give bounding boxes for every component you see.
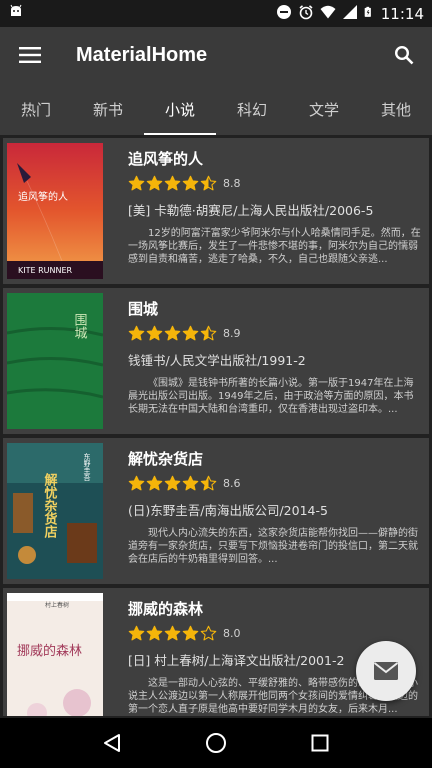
- search-button[interactable]: [376, 27, 432, 83]
- rating-value: 8.6: [223, 476, 241, 490]
- rating-stars: [128, 325, 217, 342]
- book-cover: 追风筝的人 KITE RUNNER: [7, 143, 103, 279]
- rating-stars: [128, 475, 217, 492]
- home-circle-icon: [206, 733, 226, 753]
- star-full-icon: [164, 475, 181, 490]
- status-bar: 11:14: [0, 0, 432, 27]
- hamburger-icon: [19, 47, 41, 63]
- star-full-icon: [182, 175, 199, 190]
- svg-text:村上春树: 村上春树: [45, 601, 69, 609]
- svg-text:东野圭吾: 东野圭吾: [83, 452, 91, 482]
- book-card[interactable]: 追风筝的人 KITE RUNNER 追风筝的人 8.8 [美] 卡勒德·胡赛尼/…: [3, 138, 429, 284]
- star-full-icon: [182, 325, 199, 340]
- tab-bar: 热门 新书 小说 科幻 文学 其他: [0, 83, 432, 135]
- alarm-icon: [298, 4, 314, 24]
- svg-text:解忧杂货店: 解忧杂货店: [42, 472, 59, 539]
- rating-row: 8.8: [128, 174, 423, 192]
- nav-recent-button[interactable]: [300, 723, 340, 763]
- search-icon: [394, 45, 414, 65]
- book-cover: 村上春树 挪威的森林: [7, 593, 103, 716]
- book-title: 挪威的森林: [128, 600, 204, 618]
- book-description: 12岁的阿富汗富家少爷阿米尔与仆人哈桑情同手足。然而，在一场风筝比赛后，发生了一…: [128, 228, 421, 265]
- book-description: 现代人内心流失的东西，这家杂货店能帮你找回——僻静的街道旁有一家杂货店，只要写下…: [128, 528, 418, 565]
- svg-text:挪威的森林: 挪威的森林: [17, 643, 82, 659]
- book-card[interactable]: 围城 围城 8.9 钱锺书/人民文学出版社/1991-2 《围城》是钱钟书所著的…: [3, 288, 429, 434]
- star-full-icon: [128, 175, 145, 190]
- book-info: 追风筝的人 8.8 [美] 卡勒德·胡赛尼/上海人民出版社/2006-5 12岁…: [128, 148, 423, 266]
- mail-icon: [373, 662, 399, 680]
- book-title: 围城: [128, 300, 159, 318]
- book-meta: [美] 卡勒德·胡赛尼/上海人民出版社/2006-5: [128, 203, 374, 218]
- book-title: 解忧杂货店: [128, 450, 204, 468]
- star-half-icon: [200, 325, 217, 340]
- tab-other[interactable]: 其他: [360, 83, 432, 135]
- back-triangle-icon: [104, 734, 120, 752]
- book-list: 追风筝的人 KITE RUNNER 追风筝的人 8.8 [美] 卡勒德·胡赛尼/…: [0, 135, 432, 716]
- star-full-icon: [146, 325, 163, 340]
- star-full-icon: [164, 325, 181, 340]
- book-card[interactable]: 解忧杂货店 东野圭吾 解忧杂货店 8.6 (日)东野圭吾/南海出版公司/2014…: [3, 438, 429, 584]
- star-full-icon: [182, 475, 199, 490]
- signal-icon: [342, 4, 358, 24]
- status-indicators: 11:14: [276, 4, 424, 24]
- rating-value: 8.0: [223, 626, 241, 640]
- android-notification-icon: [8, 4, 24, 24]
- wifi-icon: [320, 4, 336, 24]
- book-info: 解忧杂货店 8.6 (日)东野圭吾/南海出版公司/2014-5 现代人内心流失的…: [128, 448, 423, 566]
- rating-stars: [128, 625, 217, 642]
- rating-stars: [128, 175, 217, 192]
- status-time: 11:14: [380, 4, 424, 23]
- tab-literature[interactable]: 文学: [288, 83, 360, 135]
- screen: 11:14 MaterialHome 热门 新书 小说 科幻 文学 其他 追风筝…: [0, 0, 432, 768]
- book-description: 《围城》是钱钟书所著的长篇小说。第一版于1947年在上海晨光出版公司出版。194…: [128, 378, 414, 415]
- book-cover: 围城: [7, 293, 103, 429]
- tab-new-books[interactable]: 新书: [72, 83, 144, 135]
- book-title: 追风筝的人: [128, 150, 204, 168]
- star-half-icon: [200, 475, 217, 490]
- star-full-icon: [128, 475, 145, 490]
- rating-row: 8.9: [128, 324, 423, 342]
- rating-row: 8.0: [128, 624, 423, 642]
- nav-home-button[interactable]: [196, 723, 236, 763]
- star-full-icon: [128, 625, 145, 640]
- star-half-icon: [200, 175, 217, 190]
- svg-text:KITE RUNNER: KITE RUNNER: [18, 266, 73, 275]
- menu-button[interactable]: [2, 27, 58, 83]
- star-full-icon: [164, 175, 181, 190]
- app-bar: MaterialHome: [0, 27, 432, 83]
- system-nav-bar: [0, 718, 432, 768]
- star-full-icon: [128, 325, 145, 340]
- svg-text:围城: 围城: [72, 313, 88, 340]
- star-full-icon: [146, 625, 163, 640]
- rating-value: 8.8: [223, 176, 241, 190]
- recent-square-icon: [311, 734, 329, 752]
- book-cover: 解忧杂货店 东野圭吾: [7, 443, 103, 579]
- tab-hot[interactable]: 热门: [0, 83, 72, 135]
- star-full-icon: [146, 175, 163, 190]
- star-full-icon: [164, 625, 181, 640]
- star-empty-icon: [200, 625, 217, 640]
- book-meta: 钱锺书/人民文学出版社/1991-2: [128, 353, 306, 368]
- app-title: MaterialHome: [76, 43, 208, 66]
- rating-value: 8.9: [223, 326, 241, 340]
- star-full-icon: [182, 625, 199, 640]
- book-info: 围城 8.9 钱锺书/人民文学出版社/1991-2 《围城》是钱钟书所著的长篇小…: [128, 298, 423, 416]
- svg-text:追风筝的人: 追风筝的人: [18, 190, 68, 203]
- tab-sci-fi[interactable]: 科幻: [216, 83, 288, 135]
- star-full-icon: [146, 475, 163, 490]
- tab-novels[interactable]: 小说: [144, 83, 216, 135]
- battery-icon: [364, 4, 375, 24]
- rating-row: 8.6: [128, 474, 423, 492]
- compose-mail-fab[interactable]: [356, 641, 416, 701]
- nav-back-button[interactable]: [92, 723, 132, 763]
- book-meta: (日)东野圭吾/南海出版公司/2014-5: [128, 503, 328, 518]
- do-not-disturb-icon: [276, 4, 292, 24]
